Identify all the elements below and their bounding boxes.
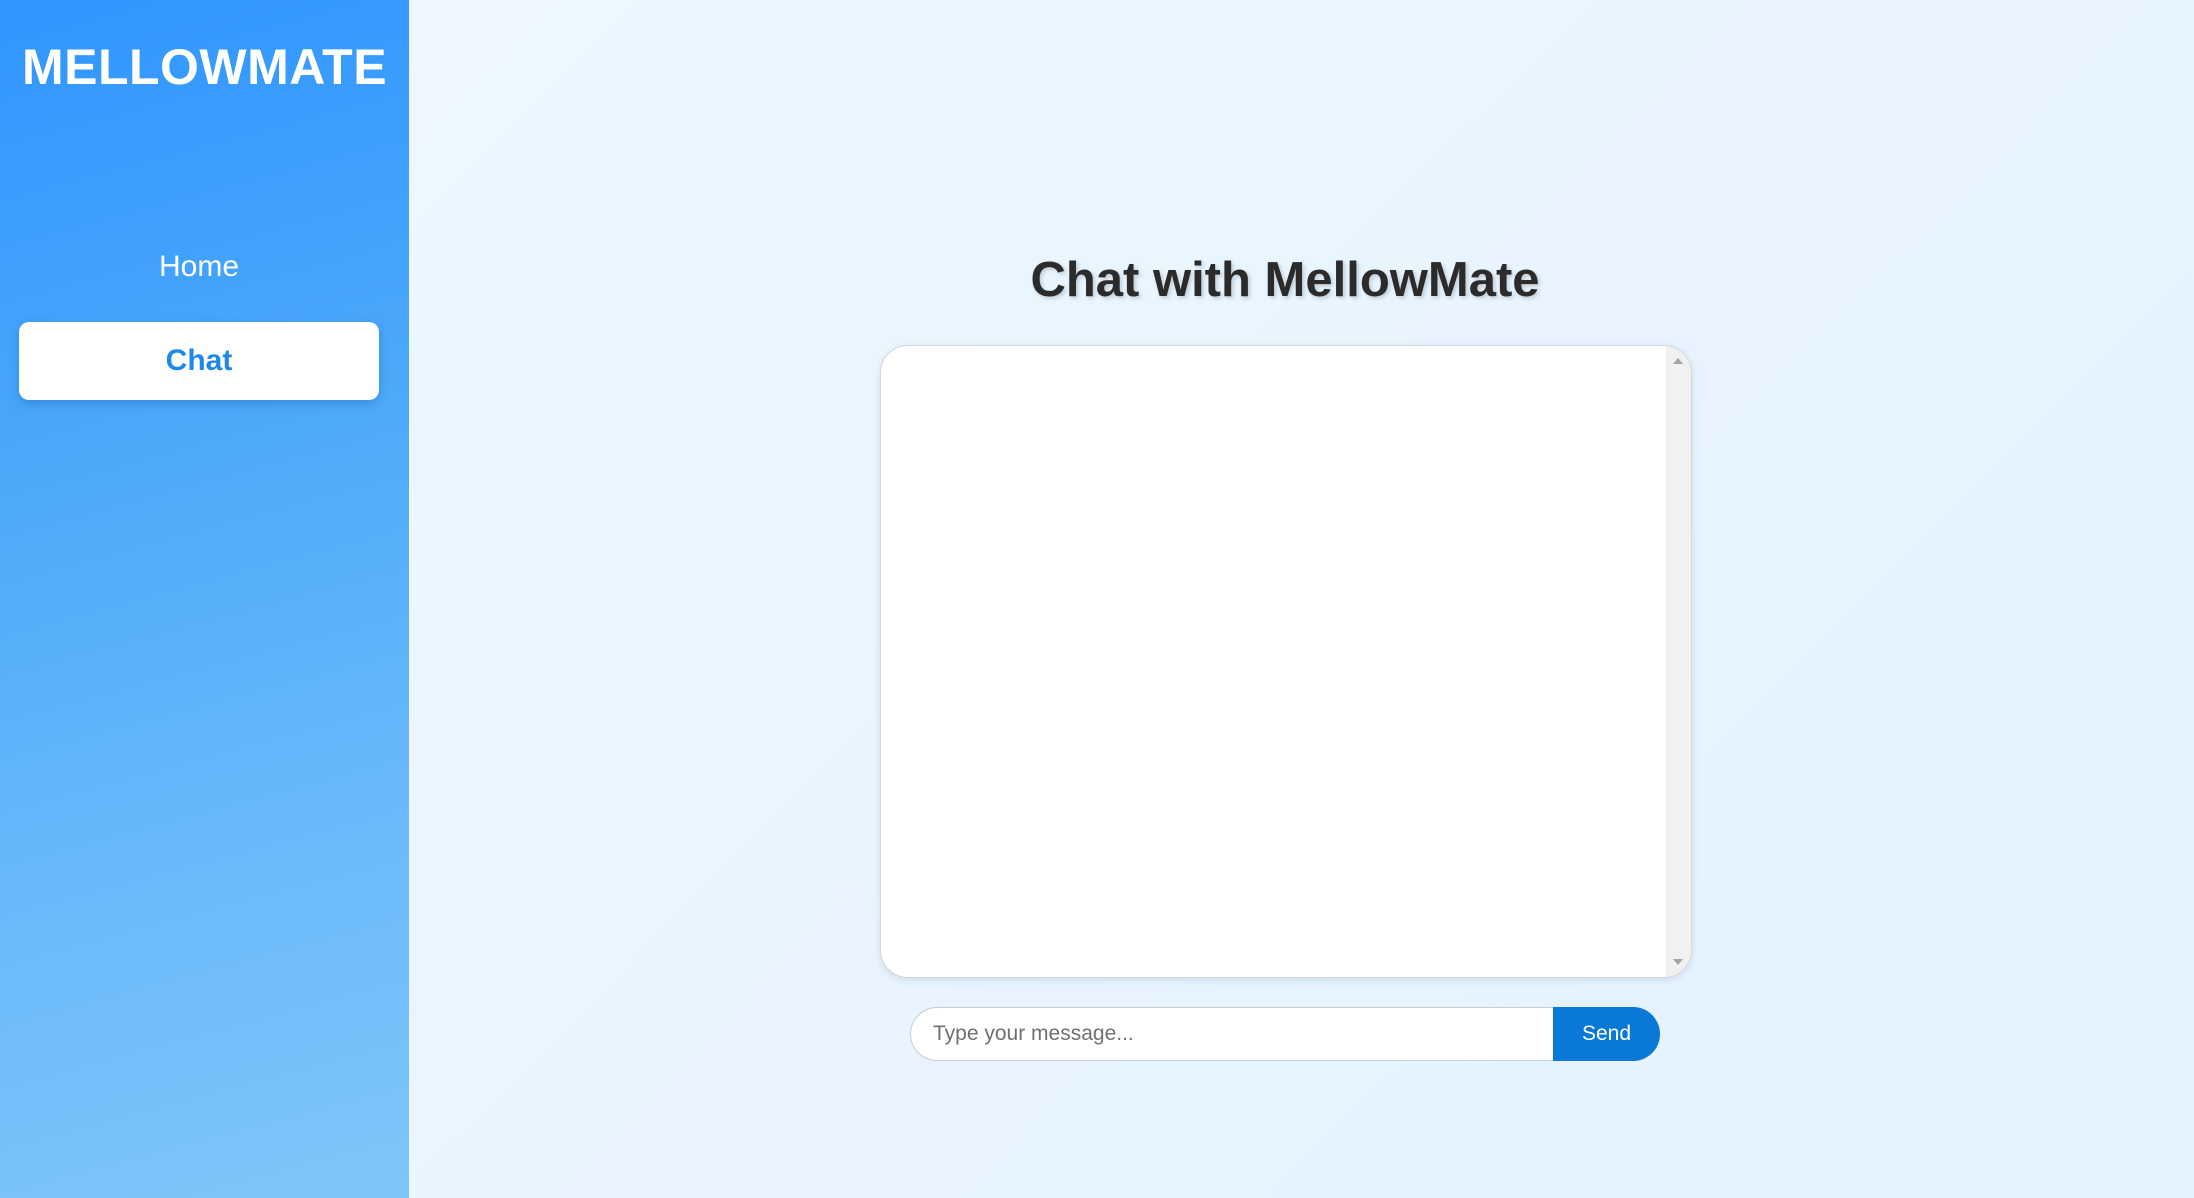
sidebar-item-home[interactable]: Home [19,240,379,294]
brand-logo-text: MELLOWMATE [21,39,388,95]
chat-scrollbar[interactable] [1666,346,1691,977]
message-input[interactable] [910,1007,1553,1061]
sidebar-item-chat[interactable]: Chat [19,322,379,400]
sidebar: MELLOWMATE Home Chat [0,0,409,1198]
message-input-row: Send [910,1007,1660,1061]
send-button[interactable]: Send [1553,1007,1660,1061]
scroll-down-arrow-icon[interactable] [1673,959,1683,965]
chat-messages-area[interactable] [880,345,1692,978]
scroll-up-arrow-icon[interactable] [1673,358,1683,364]
page-title: Chat with MellowMate [1030,253,1540,307]
